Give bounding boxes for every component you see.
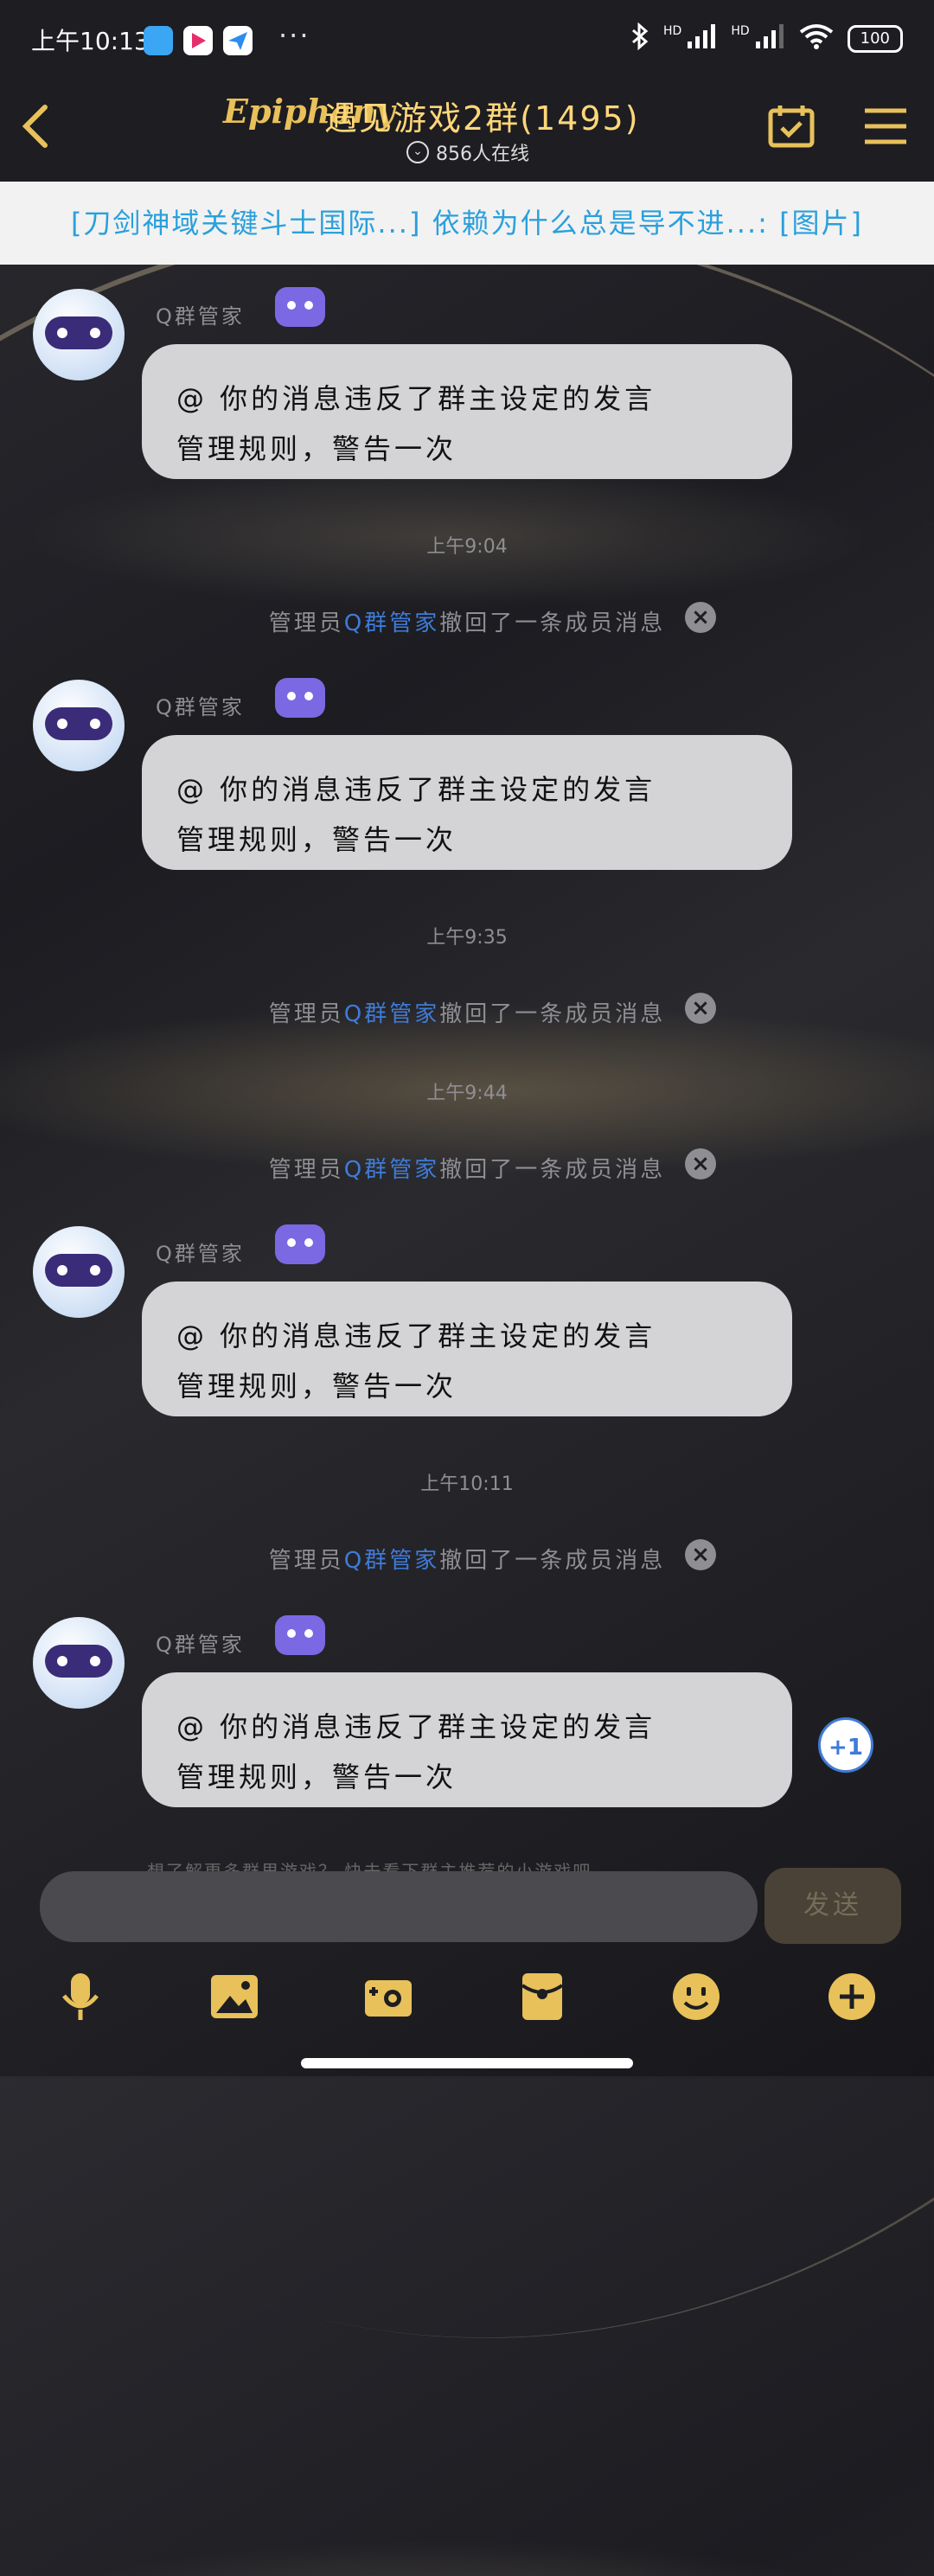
signal-icon: HD [731,24,784,54]
emoji-icon[interactable] [669,1970,723,2023]
close-icon[interactable]: × [685,602,716,633]
sender-name: Q群管家 [156,1242,245,1266]
admin-link[interactable]: Q群管家 [344,1157,439,1183]
timestamp: 上午9:04 [426,536,508,558]
battery-indicator: 100 [847,25,903,53]
recall-notice: 管理员Q群管家撤回了一条成员消息 [0,605,934,637]
recall-suffix: 撤回了一条成员消息 [439,1157,666,1183]
mic-icon[interactable] [54,1970,107,2023]
recall-suffix: 撤回了一条成员消息 [439,1548,666,1574]
robot-icon [275,1615,325,1655]
sender-name: Q群管家 [156,1633,245,1657]
message-bubble[interactable]: @ 你的消息违反了群主设定的发言 管理规则，警告一次 [142,1672,792,1807]
timestamp: 上午9:44 [426,1083,508,1104]
image-icon[interactable] [208,1970,261,2023]
chevron-down-icon: ⌄ [406,141,429,163]
status-indicators: HD HD 100 [630,22,903,55]
more-notifications-icon: ··· [278,19,310,52]
calendar-check-icon[interactable] [768,104,815,149]
recall-notice: 管理员Q群管家撤回了一条成员消息 [0,1152,934,1184]
message-text: 管理规则，警告一次 [176,432,457,465]
message-text: @ 你的消息违反了群主设定的发言 [176,773,656,806]
avatar[interactable] [33,289,125,380]
sender-name: Q群管家 [156,695,245,719]
status-time: 上午10:13 [31,27,150,55]
message-text: @ 你的消息违反了群主设定的发言 [176,1320,656,1352]
wifi-icon [799,23,834,54]
message-text: 管理规则，警告一次 [176,1761,457,1793]
online-count[interactable]: ⌄ 856人在线 [406,138,529,166]
admin-link[interactable]: Q群管家 [344,1548,439,1574]
robot-icon [275,1224,325,1264]
message-bubble[interactable]: @ 你的消息违反了群主设定的发言 管理规则，警告一次 [142,735,792,870]
status-bar: 上午10:13 ··· HD HD 100 [0,0,934,69]
close-icon[interactable]: × [685,1539,716,1570]
recall-prefix: 管理员 [268,1001,344,1027]
avatar[interactable] [33,1226,125,1318]
sender-name: Q群管家 [156,304,245,329]
signal-icon: HD [663,24,717,54]
timestamp: 上午10:11 [420,1473,514,1495]
recall-prefix: 管理员 [268,1548,344,1574]
admin-link[interactable]: Q群管家 [344,1001,439,1027]
avatar[interactable] [33,1617,125,1709]
plus-one-button[interactable]: +1 [818,1717,873,1773]
chat-header: Epiphany 遇见游戏2群(1495) ⌄ 856人在线 [0,69,934,182]
recall-notice: 管理员Q群管家撤回了一条成员消息 [0,1543,934,1575]
plus-icon[interactable] [825,1970,879,2023]
bluetooth-icon [630,22,649,55]
chat-title[interactable]: 遇见游戏2群(1495) [324,92,640,139]
app-notification-icon [144,26,173,55]
home-indicator[interactable] [301,2058,633,2068]
camera-icon[interactable] [361,1970,415,2023]
pinned-announcement[interactable]: [刀剑神域关键斗士国际...] 依赖为什么总是导不进...: [图片] [0,182,934,265]
message-text: 管理规则，警告一次 [176,823,457,856]
close-icon[interactable]: × [685,993,716,1024]
robot-icon [275,287,325,327]
online-count-label: 856人在线 [436,144,529,165]
send-app-icon [223,26,253,55]
recall-notice: 管理员Q群管家撤回了一条成员消息 [0,996,934,1028]
input-toolbar [0,1953,934,2039]
message-text: @ 你的消息违反了群主设定的发言 [176,382,656,415]
message-bubble[interactable]: @ 你的消息违反了群主设定的发言 管理规则，警告一次 [142,1282,792,1416]
send-button[interactable]: 发送 [764,1868,901,1944]
recall-prefix: 管理员 [268,610,344,636]
avatar[interactable] [33,680,125,771]
back-icon[interactable] [16,100,59,152]
message-input[interactable] [40,1871,758,1942]
recall-suffix: 撤回了一条成员消息 [439,1001,666,1027]
close-icon[interactable]: × [685,1148,716,1179]
message-text: @ 你的消息违反了群主设定的发言 [176,1710,656,1743]
robot-icon [275,678,325,718]
recall-prefix: 管理员 [268,1157,344,1183]
recall-suffix: 撤回了一条成员消息 [439,610,666,636]
menu-icon[interactable] [863,107,908,145]
message-bubble[interactable]: @ 你的消息违反了群主设定的发言 管理规则，警告一次 [142,344,792,479]
youku-icon [183,26,213,55]
red-packet-icon[interactable] [515,1970,569,2023]
message-text: 管理规则，警告一次 [176,1370,457,1403]
timestamp: 上午9:35 [426,927,508,949]
admin-link[interactable]: Q群管家 [344,610,439,636]
